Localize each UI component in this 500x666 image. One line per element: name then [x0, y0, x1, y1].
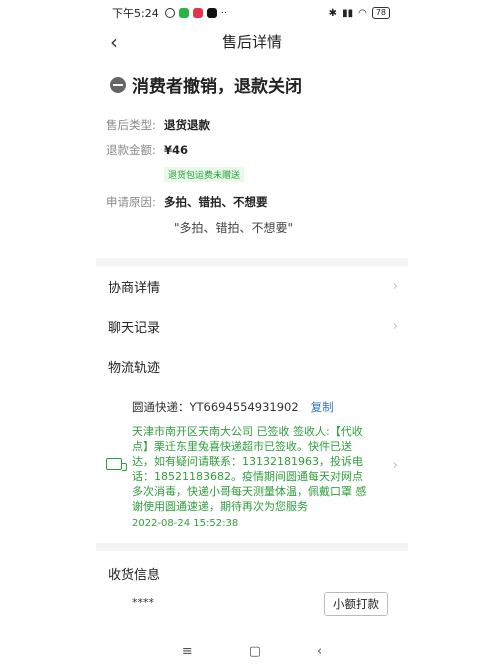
tiktok-icon — [206, 8, 217, 18]
wifi-icon: ◠ — [358, 7, 367, 19]
type-label: 售后类型: — [106, 118, 156, 132]
info-row-reason: 申请原因: 多拍、错拍、不想要 — [106, 194, 408, 210]
refund-status: 消费者撤销，退款关闭 — [110, 72, 408, 97]
menu-icon[interactable]: ≡ — [182, 644, 193, 659]
divider — [96, 258, 408, 266]
amount-value: ¥46 — [164, 143, 189, 157]
phone-app-icon — [178, 8, 189, 18]
chevron-right-icon: › — [392, 278, 398, 294]
status-right: ✱ ▮▮ ◠ 78 — [329, 7, 390, 19]
chevron-right-icon: › — [392, 318, 398, 334]
chat-history-item[interactable]: 聊天记录 › — [96, 306, 408, 346]
android-nav-bar: ≡ ▢ ‹ — [96, 636, 408, 666]
home-icon[interactable]: ▢ — [249, 644, 261, 659]
more-dots-icon: ·· — [220, 7, 228, 19]
minus-circle-icon — [110, 76, 126, 93]
page: ‹ 售后详情 消费者撤销，退款关闭 售后类型: 退货退款 退款金额: ¥46 退… — [96, 26, 408, 636]
nav-bar: ‹ 售后详情 — [96, 26, 408, 56]
amount-label: 退款金额: — [106, 143, 156, 157]
tracking-timestamp: 2022-08-24 15:52:38 — [132, 518, 239, 529]
chevron-right-icon: › — [392, 458, 398, 473]
logistics-label: 物流轨迹 — [108, 360, 161, 376]
negotiation-details-label: 协商详情 — [108, 280, 161, 296]
copy-button[interactable]: 复制 — [311, 400, 334, 415]
small-payment-button[interactable]: 小额打款 — [324, 592, 388, 616]
status-app-icons: ·· — [164, 7, 228, 19]
chat-history-label: 聊天记录 — [108, 320, 161, 336]
signal-icon: ▮▮ — [342, 7, 354, 19]
bluetooth-icon: ✱ — [328, 7, 338, 19]
logistics-header: 物流轨迹 — [96, 346, 408, 386]
truck-icon — [106, 458, 127, 471]
receive-info-header: 收货信息 — [108, 567, 161, 583]
reason-label: 申请原因: — [106, 195, 156, 209]
info-row-type: 售后类型: 退货退款 — [106, 117, 408, 133]
courier-label: 圆通快递： — [132, 400, 190, 414]
battery-icon: 78 — [371, 7, 390, 19]
system-back-icon[interactable]: ‹ — [317, 644, 322, 659]
page-title: 售后详情 — [221, 32, 282, 51]
tracking-latest-status: 天津市南开区天南大公司 已签收 签收人:【代收点】栗迁东里兔喜快递超市已签收。快… — [132, 425, 367, 513]
negotiation-details-item[interactable]: 协商详情 › — [96, 266, 408, 306]
refund-status-text: 消费者撤销，退款关闭 — [132, 77, 302, 97]
tracking-number: YT6694554931902 — [189, 400, 299, 414]
logistics-card[interactable]: 圆通快递： YT6694554931902 复制 天津市南开区天南大公司 已签收… — [96, 386, 408, 531]
shipping-tag: 退货包运费未赠送 — [164, 167, 245, 182]
refund-info: 售后类型: 退货退款 退款金额: ¥46 退货包运费未赠送 申请原因: 多拍、错… — [106, 117, 408, 236]
divider — [96, 543, 408, 551]
alarm-icon — [164, 8, 175, 18]
reason-quote: "多拍、错拍、不想要" — [174, 221, 294, 235]
status-time: 下午5:24 — [112, 7, 159, 20]
status-bar: 下午5:24 ·· ✱ ▮▮ ◠ 78 — [96, 0, 408, 26]
reason-value: 多拍、错拍、不想要 — [164, 195, 268, 209]
info-row-amount: 退款金额: ¥46 — [106, 142, 408, 158]
type-value: 退货退款 — [164, 118, 210, 132]
back-icon[interactable]: ‹ — [110, 30, 118, 54]
red-app-icon — [192, 8, 203, 18]
tracking-row: 圆通快递： YT6694554931902 复制 — [132, 400, 408, 415]
